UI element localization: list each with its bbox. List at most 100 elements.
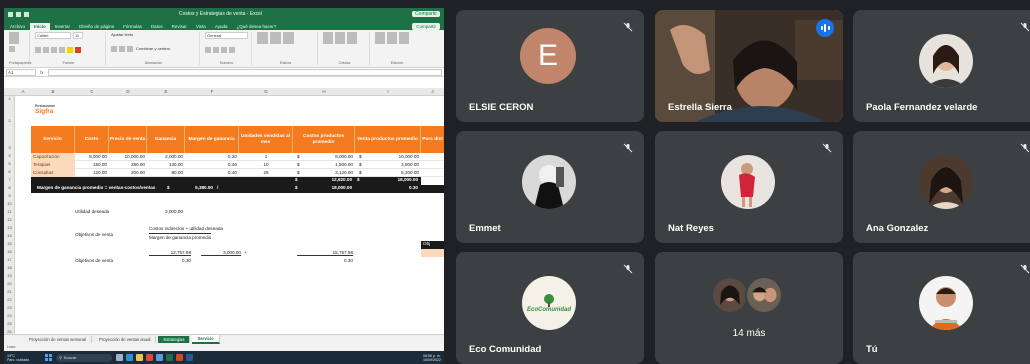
- cell-unidades[interactable]: 1: [239, 153, 293, 161]
- delete-cells-icon[interactable]: [335, 32, 345, 44]
- name-box[interactable]: A1: [6, 68, 36, 76]
- row-header[interactable]: 19: [4, 273, 15, 278]
- row-header[interactable]: 1: [4, 96, 15, 101]
- percent-icon[interactable]: [213, 47, 219, 53]
- taskbar-search[interactable]: ⚲ Buscar: [56, 353, 112, 362]
- row-header[interactable]: 8: [4, 185, 15, 190]
- sheet-tab-estrategias[interactable]: Estrategias: [158, 336, 191, 343]
- row-header[interactable]: 16: [4, 249, 15, 254]
- fill-color-icon[interactable]: [67, 47, 73, 53]
- cell-servicio[interactable]: Capacitación: [31, 153, 75, 161]
- chrome-icon[interactable]: [146, 354, 153, 361]
- cell-cur2[interactable]: $: [357, 161, 365, 169]
- cell-costos_prom[interactable]: 3,120.00: [303, 169, 355, 177]
- quick-access-toolbar[interactable]: [8, 11, 29, 17]
- participant-tile-paola[interactable]: Paola Fernandez velarde: [853, 10, 1030, 122]
- align-right-icon[interactable]: [127, 46, 133, 52]
- italic-icon[interactable]: [43, 47, 49, 53]
- row-header[interactable]: 11: [4, 209, 15, 214]
- cell-styles-icon[interactable]: [283, 32, 294, 44]
- merge-center-button[interactable]: Combinar y centrar: [136, 46, 170, 52]
- cell-cur2[interactable]: $: [357, 169, 365, 177]
- participant-tile-emmet[interactable]: Emmet: [456, 131, 644, 243]
- tab-ayuda[interactable]: Ayuda: [211, 23, 232, 30]
- row-header[interactable]: 14: [4, 233, 15, 238]
- cell-cur1[interactable]: $: [295, 161, 303, 169]
- sheet-tab-anual[interactable]: Proyección de ventas anual: [94, 336, 157, 343]
- tab-diseno[interactable]: Diseño de página: [75, 23, 118, 30]
- windows-start-icon[interactable]: [45, 354, 52, 361]
- insert-cells-icon[interactable]: [323, 32, 333, 44]
- row-header[interactable]: 12: [4, 217, 15, 222]
- row-header[interactable]: 6: [4, 169, 15, 174]
- file-explorer-icon[interactable]: [136, 354, 143, 361]
- col-G[interactable]: G: [239, 89, 293, 94]
- excel-icon[interactable]: [166, 354, 173, 361]
- participant-tile-eco[interactable]: EcoComunidad Eco Comunidad: [456, 252, 644, 364]
- font-size-select[interactable]: 11: [73, 32, 83, 39]
- sort-filter-icon[interactable]: [387, 32, 397, 44]
- word-icon[interactable]: [186, 354, 193, 361]
- cell-servicio[interactable]: Terapias: [31, 161, 75, 169]
- currency-icon[interactable]: [205, 47, 211, 53]
- cell-precio[interactable]: 10,000.00: [109, 153, 147, 161]
- format-table-icon[interactable]: [270, 32, 281, 44]
- cell-costo[interactable]: 120.00: [75, 169, 109, 177]
- tab-revisar[interactable]: Revisar: [168, 23, 191, 30]
- cell-costo[interactable]: 150.00: [75, 161, 109, 169]
- sheet-tab-servicio[interactable]: Servicio: [192, 335, 220, 344]
- decimal-icon[interactable]: [229, 47, 235, 53]
- underline-icon[interactable]: [51, 47, 57, 53]
- fx-icon[interactable]: fx: [40, 70, 44, 75]
- row-header[interactable]: 25: [4, 321, 15, 326]
- cell-cur1[interactable]: $: [295, 169, 303, 177]
- col-E[interactable]: E: [147, 89, 185, 94]
- participant-tile-estrella[interactable]: Estrella Sierra: [655, 10, 843, 122]
- cell-cur2[interactable]: $: [357, 153, 365, 161]
- col-I[interactable]: I: [355, 89, 421, 94]
- cell-margen[interactable]: 0.20: [185, 153, 239, 161]
- row-header[interactable]: 9: [4, 193, 15, 198]
- cell-unidades[interactable]: 10: [239, 161, 293, 169]
- cell-precio[interactable]: 200.00: [109, 169, 147, 177]
- taskbar-clock[interactable]: 08:56 p. m. 16/09/2022: [423, 354, 441, 362]
- align-left-icon[interactable]: [111, 46, 117, 52]
- store-icon[interactable]: [156, 354, 163, 361]
- comma-icon[interactable]: [221, 47, 227, 53]
- col-F[interactable]: F: [185, 89, 239, 94]
- row-header[interactable]: 20: [4, 281, 15, 286]
- cell-servicio[interactable]: Consultas: [31, 169, 75, 177]
- tab-archivo[interactable]: Archivo: [6, 23, 29, 30]
- border-icon[interactable]: [59, 47, 65, 53]
- formula-input[interactable]: [47, 68, 442, 76]
- find-select-icon[interactable]: [399, 32, 409, 44]
- cell-margen[interactable]: 0.46: [185, 161, 239, 169]
- cell-unidades[interactable]: 26: [239, 169, 293, 177]
- row-header[interactable]: 18: [4, 265, 15, 270]
- font-color-icon[interactable]: [75, 47, 81, 53]
- tab-datos[interactable]: Datos: [147, 23, 167, 30]
- cell-venta_prom[interactable]: 10,000.00: [365, 153, 421, 161]
- number-format-select[interactable]: General: [205, 32, 248, 39]
- col-B[interactable]: B: [31, 89, 75, 94]
- cell-cur1[interactable]: $: [295, 153, 303, 161]
- row-header[interactable]: 13: [4, 225, 15, 230]
- undo-icon[interactable]: [16, 11, 21, 17]
- row-header[interactable]: 7: [4, 177, 15, 182]
- share-button[interactable]: Compartir: [412, 23, 440, 30]
- cell-venta_prom[interactable]: 5,200.00: [365, 169, 421, 177]
- powerpoint-icon[interactable]: [176, 354, 183, 361]
- cell-costos_prom[interactable]: 1,500.00: [303, 161, 355, 169]
- row-header[interactable]: 24: [4, 313, 15, 318]
- row-header[interactable]: 21: [4, 289, 15, 294]
- row-header[interactable]: 2: [4, 118, 15, 123]
- cell-ganancia[interactable]: 80.00: [147, 169, 185, 177]
- participant-tile-ana[interactable]: Ana Gonzalez: [853, 131, 1030, 243]
- cell-ganancia[interactable]: 2,000.00: [147, 153, 185, 161]
- row-header[interactable]: 4: [4, 153, 15, 158]
- more-participants-tile[interactable]: 14 más: [655, 252, 843, 364]
- row-header[interactable]: 23: [4, 305, 15, 310]
- cell-venta_prom[interactable]: 2,800.00: [365, 161, 421, 169]
- bold-icon[interactable]: [35, 47, 41, 53]
- cell-ganancia[interactable]: 130.00: [147, 161, 185, 169]
